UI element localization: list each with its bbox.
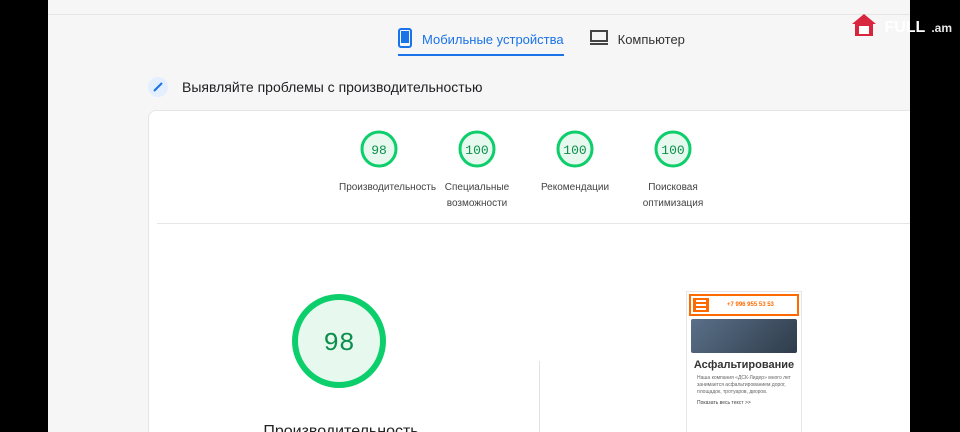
report-panel: 98 Производительность 100 Специальные во…	[148, 110, 910, 432]
preview-heading: Асфальтирование	[693, 359, 795, 371]
pagespeed-screen: Мобильные устройства Компьютер Выявляйте…	[48, 0, 910, 432]
house-icon	[850, 12, 878, 43]
svg-text:100: 100	[563, 143, 586, 158]
big-score-gauge: 98	[292, 294, 386, 388]
big-score-title: Производительность	[263, 423, 419, 432]
watermark: FULL .am	[850, 12, 952, 43]
preview-more-link: Показать весь текст >>	[697, 400, 751, 406]
preview-phone: +7 996 955 53 53	[727, 302, 774, 308]
score-ring: 100	[556, 130, 594, 168]
desktop-icon	[589, 29, 608, 49]
score-accessibility[interactable]: 100 Специальные возможности	[437, 129, 517, 212]
score-gauges: 98 Производительность 100 Специальные во…	[339, 129, 713, 212]
section-header: Выявляйте проблемы с производительностью	[148, 77, 482, 97]
hamburger-icon	[693, 298, 709, 312]
brand-name: FULL	[884, 18, 926, 36]
tab-mobile[interactable]: Мобильные устройства	[398, 24, 564, 56]
score-label: Специальные возможности	[444, 182, 510, 209]
brand-tld: .am	[931, 20, 952, 35]
score-seo[interactable]: 100 Поисковая оптимизация	[633, 129, 713, 212]
preview-header: +7 996 955 53 53	[689, 294, 799, 316]
mobile-icon	[398, 27, 412, 51]
tab-desktop[interactable]: Компьютер	[589, 24, 685, 54]
score-label: Рекомендации	[540, 182, 610, 193]
site-preview: +7 996 955 53 53 Асфальтирование Наша ко…	[686, 291, 802, 432]
vertical-divider	[539, 361, 540, 432]
svg-text:98: 98	[371, 143, 387, 158]
svg-text:100: 100	[661, 143, 684, 158]
score-best-practices[interactable]: 100 Рекомендации	[535, 129, 615, 212]
score-performance[interactable]: 98 Производительность	[339, 129, 437, 212]
score-label: Поисковая оптимизация	[642, 182, 704, 209]
preview-banner-image	[691, 319, 797, 353]
score-ring: 98	[360, 130, 398, 168]
score-ring: 100	[654, 130, 692, 168]
section-title: Выявляйте проблемы с производительностью	[182, 79, 483, 95]
device-tabs: Мобильные устройства Компьютер	[398, 24, 685, 56]
top-divider	[48, 14, 910, 15]
score-label: Производительность	[339, 182, 437, 193]
svg-text:98: 98	[323, 328, 354, 358]
svg-text:100: 100	[465, 143, 488, 158]
tab-mobile-label: Мобильные устройства	[422, 31, 564, 47]
gauge-icon	[148, 77, 168, 97]
panel-divider	[157, 223, 910, 224]
tab-desktop-label: Компьютер	[617, 31, 685, 47]
preview-text: Наша компания «ДСК-Лидер» много лет зани…	[697, 375, 791, 395]
score-ring: 100	[458, 130, 496, 168]
